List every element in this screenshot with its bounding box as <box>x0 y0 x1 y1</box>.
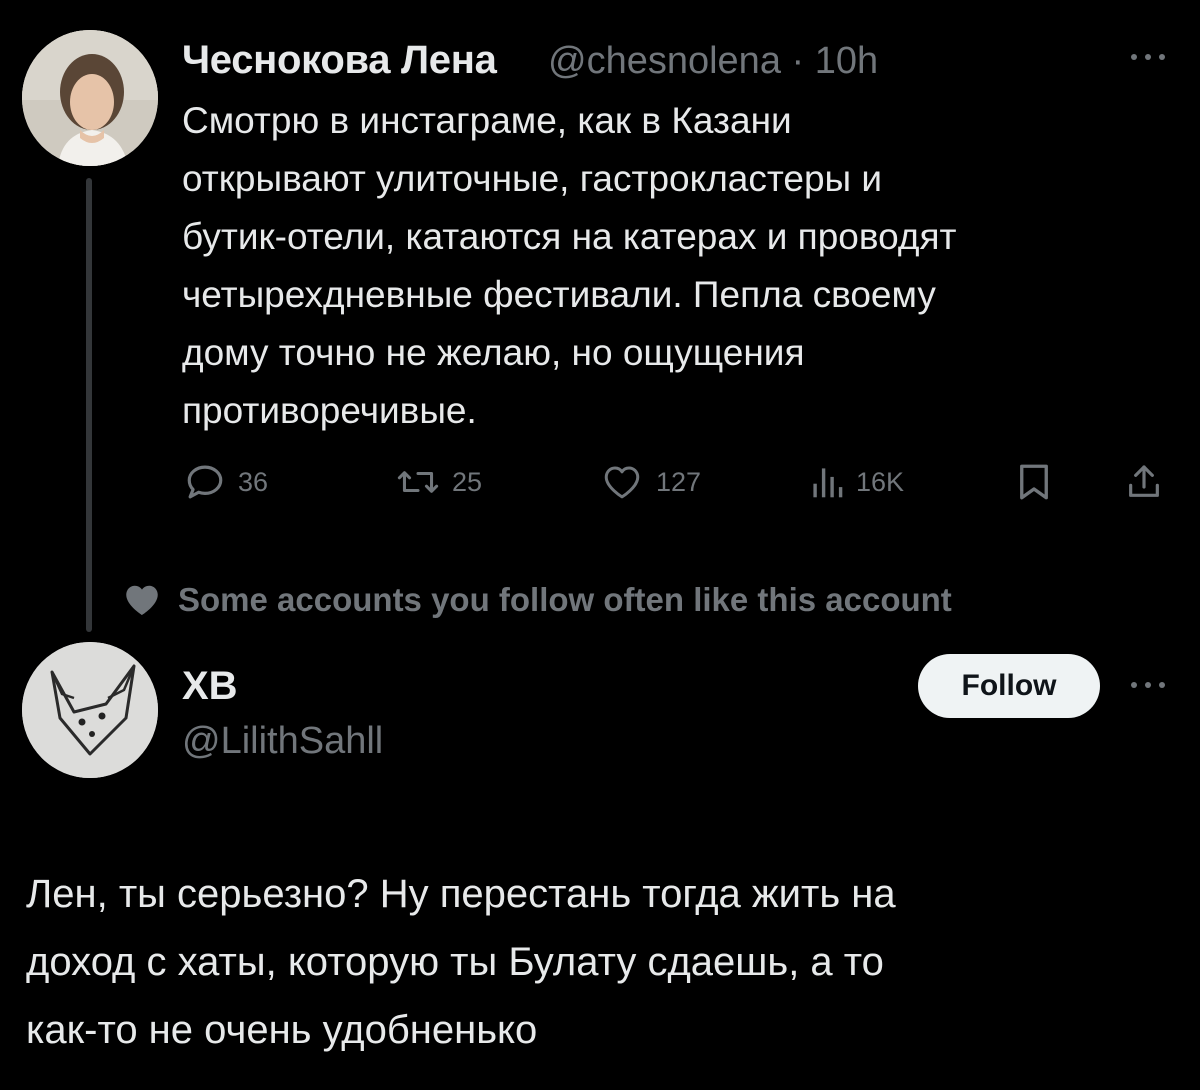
reply-count: 36 <box>238 466 269 497</box>
reply-more-button[interactable] <box>1128 678 1168 696</box>
separator-dot: · <box>791 40 805 82</box>
retweet-button[interactable]: 25 <box>396 458 482 506</box>
like-icon <box>604 466 640 499</box>
social-context: Some accounts you follow often like this… <box>124 578 952 622</box>
reply-author-avatar[interactable] <box>22 642 158 778</box>
views-count: 16K <box>856 466 905 497</box>
more-icon <box>1131 54 1165 60</box>
like-button[interactable]: 127 <box>600 458 701 506</box>
like-count: 127 <box>656 466 702 497</box>
share-icon <box>1129 465 1159 497</box>
reply-text: Лен, ты серьезно? Ну перестань тогда жит… <box>26 872 896 1052</box>
share-button[interactable] <box>1124 458 1164 506</box>
thread-line <box>86 178 92 632</box>
bookmark-button[interactable] <box>1016 458 1052 506</box>
author-avatar[interactable] <box>22 30 158 166</box>
avatar-photo <box>22 30 158 166</box>
author-name[interactable]: Чеснокова Лена <box>182 38 497 83</box>
reply-button[interactable]: 36 <box>184 458 268 506</box>
heart-icon <box>126 585 158 615</box>
avatar-drawing <box>22 642 158 778</box>
author-handle[interactable]: @chesnolena <box>548 40 781 82</box>
retweet-icon <box>397 471 439 493</box>
tweet-time[interactable]: 10h <box>815 40 878 82</box>
views-icon <box>813 468 843 498</box>
more-icon <box>1131 682 1165 688</box>
reply-author-name[interactable]: ХВ <box>182 664 238 709</box>
tweet-more-button[interactable] <box>1128 50 1168 68</box>
follow-button[interactable]: Follow <box>918 654 1100 718</box>
tweet-text: Смотрю в инстаграме, как в Казани открыв… <box>182 100 957 431</box>
reply-icon <box>187 465 223 499</box>
bookmark-icon <box>1020 464 1048 500</box>
social-context-text: Some accounts you follow often like this… <box>178 581 952 618</box>
retweet-count: 25 <box>452 466 483 497</box>
reply-author-handle[interactable]: @LilithSahll <box>182 720 383 763</box>
author-handle-time[interactable]: @chesnolena · 10h <box>548 40 878 83</box>
views-button[interactable]: 16K <box>810 458 904 506</box>
